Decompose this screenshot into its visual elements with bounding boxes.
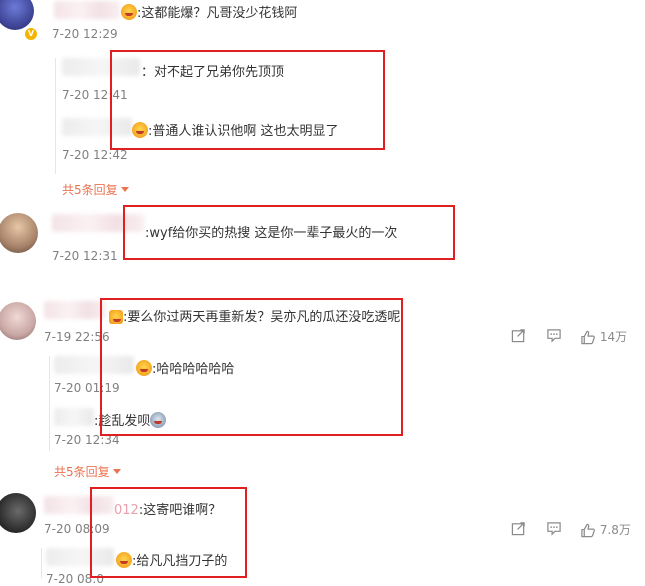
avatar[interactable] [0, 213, 38, 253]
username-blurred[interactable] [44, 301, 106, 319]
share-button[interactable] [511, 521, 526, 536]
comment-icon [547, 329, 561, 343]
like-button[interactable]: 14万 [580, 328, 627, 345]
avatar[interactable] [0, 302, 36, 340]
thread-line [55, 58, 56, 174]
username-blurred[interactable] [54, 408, 94, 426]
highlight-box [90, 487, 247, 578]
share-icon [511, 522, 525, 536]
highlight-box [100, 298, 403, 436]
like-icon [581, 330, 595, 345]
share-icon [511, 329, 525, 343]
comment-time: 7-20 12:29 [52, 27, 118, 41]
highlight-box [123, 205, 455, 260]
chevron-down-icon [120, 187, 129, 192]
comment-time: 7-20 12:31 [52, 249, 118, 263]
like-icon [581, 523, 595, 538]
username-blurred[interactable] [54, 1, 120, 19]
more-replies-link[interactable]: 共5条回复 [62, 181, 129, 198]
avatar[interactable] [0, 493, 36, 533]
comment-icon [547, 522, 561, 536]
verified-badge-icon: V [24, 27, 38, 41]
like-button[interactable]: 7.8万 [580, 521, 631, 538]
emoji-icon [121, 4, 137, 20]
chevron-down-icon [112, 469, 121, 474]
thread-line [41, 548, 42, 578]
reply-time: 7-20 12:42 [62, 148, 128, 162]
comment-button[interactable] [546, 521, 562, 536]
highlight-box [110, 50, 385, 150]
more-replies-link[interactable]: 共5条回复 [54, 463, 121, 480]
like-count: 7.8万 [599, 523, 631, 537]
share-button[interactable] [511, 328, 526, 343]
comment-text: :这都能爆？凡哥没少花钱阿 [121, 2, 297, 21]
comment-button[interactable] [546, 328, 562, 343]
avatar[interactable] [0, 0, 34, 30]
thread-line [49, 356, 50, 451]
like-count: 14万 [599, 330, 628, 344]
